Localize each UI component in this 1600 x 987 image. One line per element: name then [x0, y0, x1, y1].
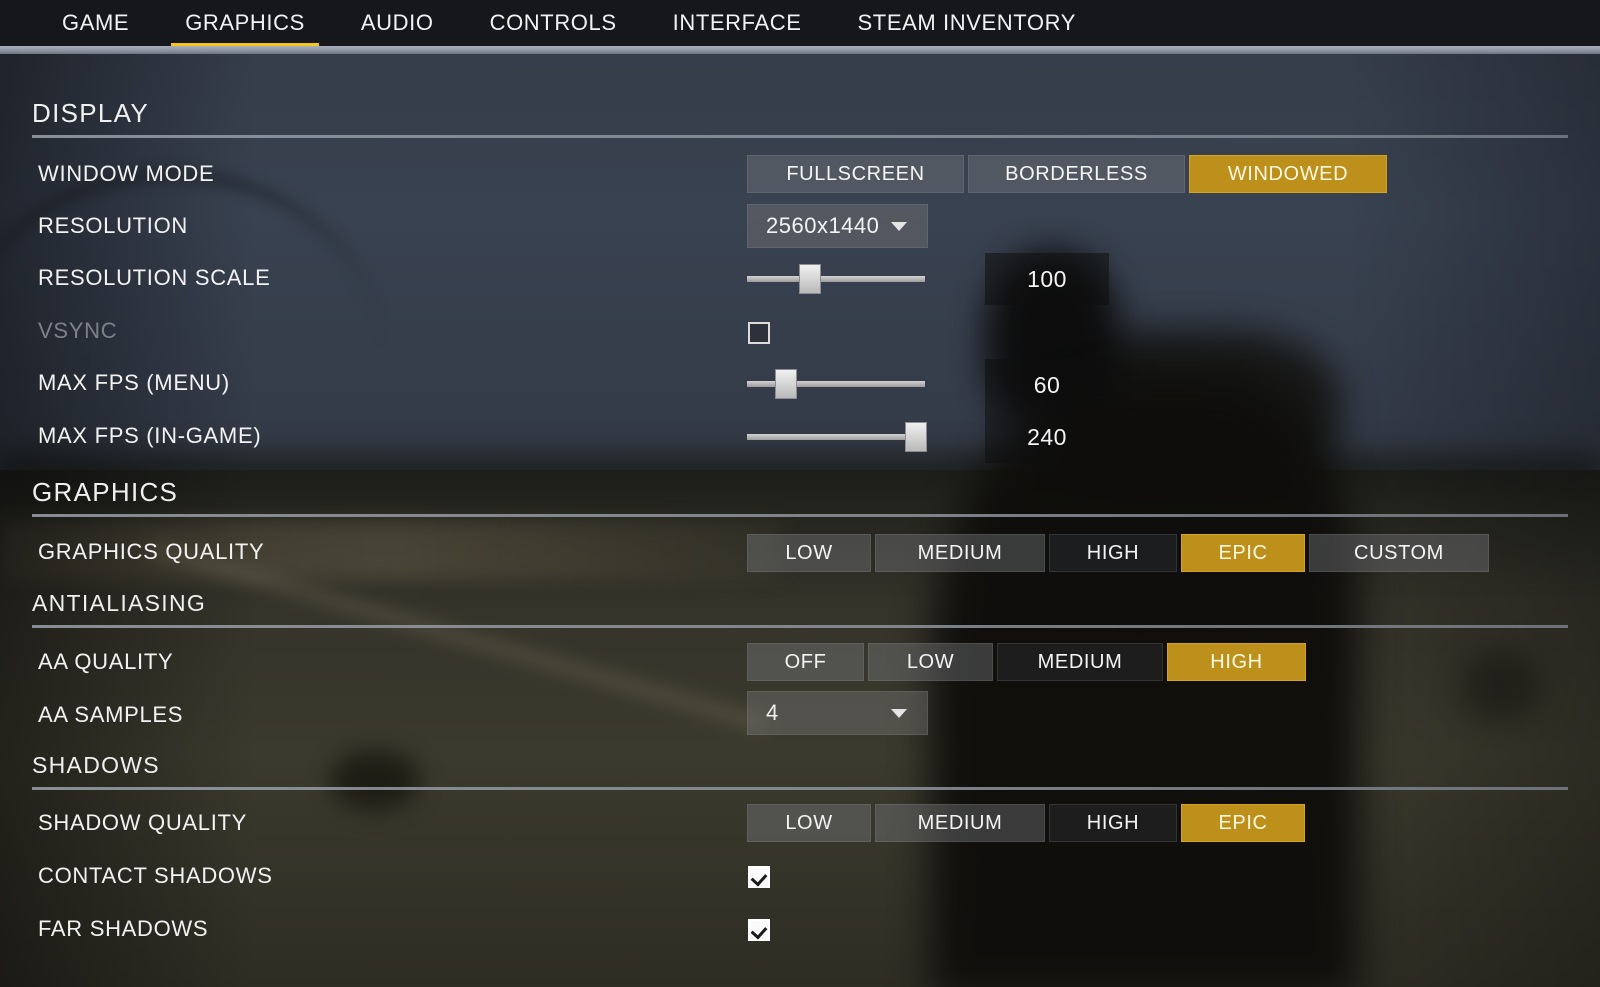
section-header-graphics: GRAPHICS	[32, 477, 179, 507]
aa-samples-dropdown-value: 4	[766, 700, 779, 725]
max-fps-menu-slider[interactable]	[747, 365, 925, 403]
tab-bar-separator	[0, 46, 1600, 54]
max-fps-menu-slider-track	[747, 381, 925, 387]
graphics-quality-option-high[interactable]: HIGH	[1049, 534, 1177, 572]
chevron-down-icon	[891, 221, 907, 231]
row-label-resolution: RESOLUTION	[38, 213, 189, 238]
chevron-down-icon	[891, 708, 907, 718]
tab-game[interactable]: GAME	[34, 0, 157, 46]
row-label-max-fps-ingame: MAX FPS (IN-GAME)	[38, 423, 262, 448]
max-fps-menu-value: 60	[985, 359, 1109, 411]
section-rule-shadows	[32, 787, 1568, 790]
shadow-quality-options: LOW MEDIUM HIGH EPIC	[747, 804, 1305, 842]
far-shadows-checkbox[interactable]	[748, 919, 770, 941]
row-label-max-fps-menu: MAX FPS (MENU)	[38, 370, 230, 395]
row-label-aa-samples: AA SAMPLES	[38, 702, 184, 727]
row-label-contact-shadows: CONTACT SHADOWS	[38, 863, 273, 888]
section-rule-antialiasing	[32, 625, 1568, 628]
aa-samples-dropdown[interactable]: 4	[747, 691, 928, 735]
shadow-quality-option-low[interactable]: LOW	[747, 804, 871, 842]
tab-graphics[interactable]: GRAPHICS	[157, 0, 333, 49]
shadow-quality-option-epic[interactable]: EPIC	[1181, 804, 1305, 842]
graphics-quality-option-medium[interactable]: MEDIUM	[875, 534, 1045, 572]
shadow-quality-option-medium[interactable]: MEDIUM	[875, 804, 1045, 842]
row-label-far-shadows: FAR SHADOWS	[38, 916, 209, 941]
resolution-scale-value: 100	[985, 253, 1109, 305]
window-mode-option-fullscreen[interactable]: FULLSCREEN	[747, 155, 964, 193]
section-header-antialiasing: ANTIALIASING	[32, 590, 207, 616]
row-label-resolution-scale: RESOLUTION SCALE	[38, 265, 271, 290]
tab-interface[interactable]: INTERFACE	[645, 0, 830, 46]
row-label-graphics-quality: GRAPHICS QUALITY	[38, 539, 265, 564]
tab-audio[interactable]: AUDIO	[333, 0, 462, 46]
row-label-aa-quality: AA QUALITY	[38, 649, 174, 674]
graphics-quality-option-low[interactable]: LOW	[747, 534, 871, 572]
resolution-scale-slider-track	[747, 276, 925, 282]
contact-shadows-checkbox[interactable]	[748, 866, 770, 888]
section-rule-graphics	[32, 514, 1568, 517]
max-fps-menu-slider-handle[interactable]	[775, 369, 797, 399]
graphics-quality-options: LOW MEDIUM HIGH EPIC CUSTOM	[747, 534, 1489, 572]
section-header-display: DISPLAY	[32, 98, 149, 128]
max-fps-ingame-slider-handle[interactable]	[905, 422, 927, 452]
graphics-settings-panel: DISPLAY WINDOW MODE FULLSCREEN BORDERLES…	[0, 54, 1600, 987]
tab-graphics-label: GRAPHICS	[185, 10, 305, 35]
max-fps-ingame-slider[interactable]	[747, 418, 927, 456]
aa-quality-option-medium[interactable]: MEDIUM	[997, 643, 1163, 681]
resolution-scale-slider-handle[interactable]	[799, 264, 821, 294]
aa-quality-option-high[interactable]: HIGH	[1167, 643, 1306, 681]
aa-quality-option-off[interactable]: OFF	[747, 643, 864, 681]
graphics-quality-option-custom[interactable]: CUSTOM	[1309, 534, 1489, 572]
resolution-scale-slider[interactable]	[747, 260, 925, 298]
section-header-shadows: SHADOWS	[32, 752, 160, 778]
tab-audio-label: AUDIO	[360, 10, 434, 35]
row-label-window-mode: WINDOW MODE	[38, 161, 215, 186]
resolution-dropdown[interactable]: 2560x1440	[747, 204, 928, 248]
aa-quality-options: OFF LOW MEDIUM HIGH	[747, 643, 1306, 681]
section-rule-display	[32, 135, 1568, 138]
graphics-quality-option-epic[interactable]: EPIC	[1181, 534, 1305, 572]
tab-interface-label: INTERFACE	[672, 10, 802, 35]
aa-quality-option-low[interactable]: LOW	[868, 643, 993, 681]
window-mode-option-borderless[interactable]: BORDERLESS	[968, 155, 1185, 193]
resolution-dropdown-value: 2560x1440	[766, 213, 880, 238]
max-fps-ingame-slider-track	[747, 434, 925, 440]
max-fps-ingame-value: 240	[985, 411, 1109, 463]
vsync-checkbox[interactable]	[748, 322, 770, 344]
tab-steam-inventory[interactable]: STEAM INVENTORY	[830, 0, 1104, 46]
tab-game-label: GAME	[62, 10, 130, 35]
window-mode-options: FULLSCREEN BORDERLESS WINDOWED	[747, 155, 1387, 193]
tab-controls-label: CONTROLS	[489, 10, 617, 35]
tab-controls[interactable]: CONTROLS	[462, 0, 645, 46]
tab-steam-inventory-label: STEAM INVENTORY	[857, 10, 1076, 35]
window-mode-option-windowed[interactable]: WINDOWED	[1189, 155, 1387, 193]
row-label-vsync: VSYNC	[38, 318, 118, 343]
settings-tab-bar: GAME GRAPHICS AUDIO CONTROLS INTERFACE S…	[0, 0, 1600, 49]
shadow-quality-option-high[interactable]: HIGH	[1049, 804, 1177, 842]
row-label-shadow-quality: SHADOW QUALITY	[38, 810, 248, 835]
